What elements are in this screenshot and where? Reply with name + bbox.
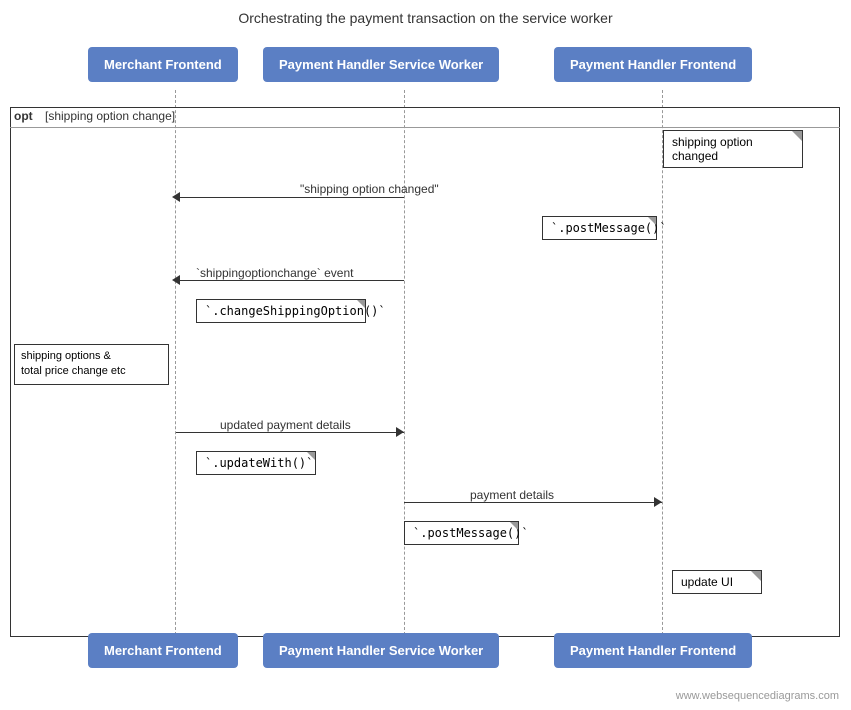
arrow1-label: "shipping option changed" (300, 182, 439, 196)
arrow3-line (176, 432, 404, 433)
arrow3-label: updated payment details (220, 418, 351, 432)
actor-payment-handler-top: Payment Handler Frontend (554, 47, 752, 82)
note-update-ui: update UI (672, 570, 762, 594)
postmessage-box-1: `.postMessage()` (542, 216, 657, 240)
updatewith-box: `.updateWith()` (196, 451, 316, 475)
actor-merchant-top: Merchant Frontend (88, 47, 238, 82)
side-note: shipping options & total price change et… (14, 344, 169, 385)
arrow4-label: payment details (470, 488, 554, 502)
opt-label: opt (14, 109, 33, 123)
arrow2-line (176, 280, 404, 281)
arrow2-label: `shippingoptionchange` event (196, 266, 353, 280)
arrow1-line (176, 197, 404, 198)
watermark: www.websequencediagrams.com (676, 690, 839, 702)
changeshipping-box: `.changeShippingOption()` (196, 299, 366, 323)
opt-condition: [shipping option change] (45, 109, 175, 123)
actor-service-worker-top: Payment Handler Service Worker (263, 47, 499, 82)
actor-payment-handler-bottom: Payment Handler Frontend (554, 633, 752, 668)
postmessage-box-2: `.postMessage()` (404, 521, 519, 545)
page-title: Orchestrating the payment transaction on… (0, 0, 851, 34)
actor-service-worker-bottom: Payment Handler Service Worker (263, 633, 499, 668)
actor-merchant-bottom: Merchant Frontend (88, 633, 238, 668)
arrow2-head (172, 275, 180, 285)
arrow3-head (396, 427, 404, 437)
opt-divider (10, 127, 840, 128)
diagram-container: Orchestrating the payment transaction on… (0, 0, 851, 710)
arrow4-line (404, 502, 662, 503)
arrow1-head (172, 192, 180, 202)
arrow4-head (654, 497, 662, 507)
note-shipping-changed: shipping option changed (663, 130, 803, 168)
